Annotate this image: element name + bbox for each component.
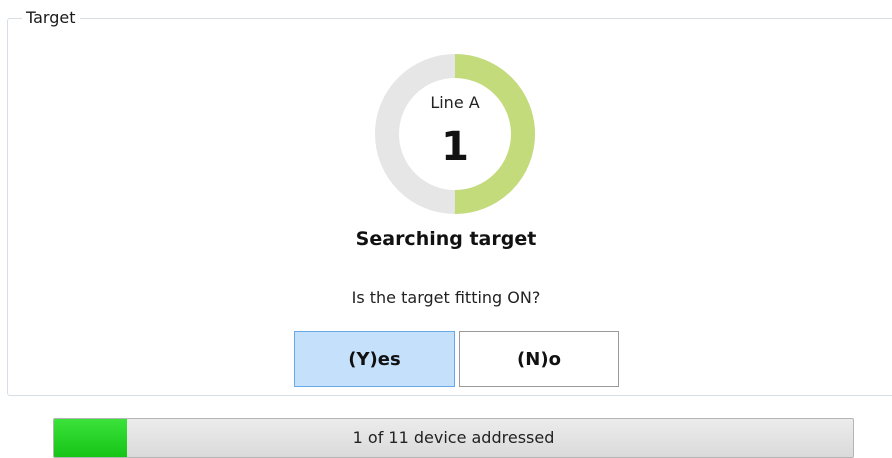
- no-button[interactable]: (N)o: [459, 331, 619, 387]
- target-group-title: Target: [22, 7, 80, 29]
- status-text: Searching target: [355, 228, 537, 250]
- device-progress-bar: 1 of 11 device addressed: [53, 418, 854, 458]
- line-number: 1: [441, 124, 469, 170]
- line-indicator: Line A 1: [374, 53, 536, 215]
- yes-button[interactable]: (Y)es: [294, 331, 455, 387]
- line-label: Line A: [430, 93, 480, 112]
- progress-text: 1 of 11 device addressed: [352, 428, 555, 447]
- question-text: Is the target fitting ON?: [351, 288, 541, 307]
